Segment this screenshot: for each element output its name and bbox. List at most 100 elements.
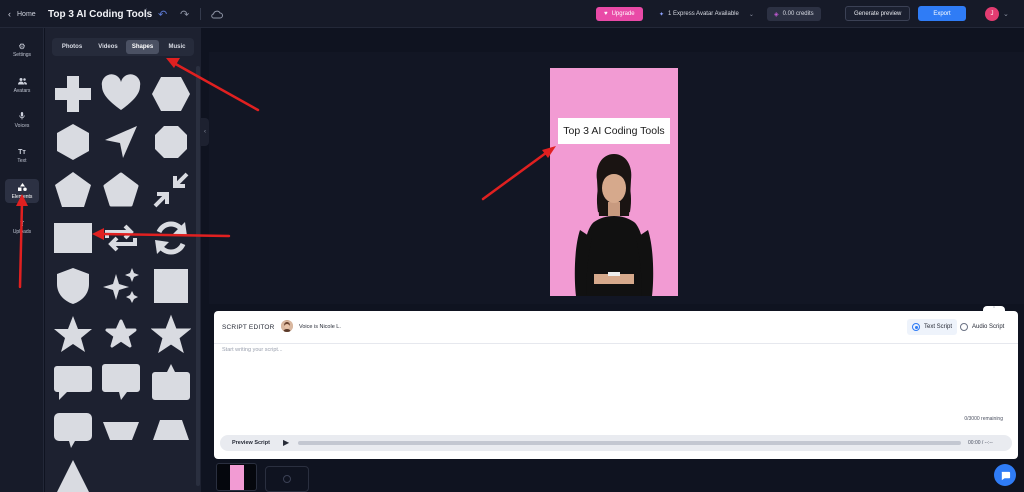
voice-label[interactable]: Voice is Nicole L. xyxy=(299,324,341,330)
shape-triangle[interactable] xyxy=(50,456,96,492)
scene-preview xyxy=(230,465,244,490)
trapezoid-shape-icon xyxy=(153,420,189,440)
credits-label: 0.00 credits xyxy=(782,11,814,17)
shape-pentagon[interactable] xyxy=(50,168,96,212)
redo-icon[interactable]: ↷ xyxy=(180,0,189,28)
hexagon-shape-icon xyxy=(152,77,190,111)
tab-shapes[interactable]: Shapes xyxy=(126,40,159,54)
chevron-left-icon: ‹ xyxy=(204,129,206,135)
shape-speech-bubble[interactable] xyxy=(50,360,96,404)
nav-label: Settings xyxy=(12,52,32,58)
chat-icon xyxy=(1001,471,1010,480)
shape-trapezoid-inverted[interactable] xyxy=(98,408,144,452)
nav-item-text[interactable]: Tт Text xyxy=(5,144,39,168)
pentagon-shape-icon xyxy=(103,172,139,207)
preview-progress-track[interactable] xyxy=(298,441,961,445)
add-scene-button[interactable] xyxy=(265,466,309,492)
nav-item-voices[interactable]: Voices xyxy=(5,108,39,132)
undo-icon[interactable]: ↶ xyxy=(158,0,167,28)
hexagon-shape-icon xyxy=(57,124,89,160)
divider xyxy=(200,8,201,20)
divider xyxy=(214,343,1018,344)
shape-heart[interactable] xyxy=(98,72,144,116)
preview-script-button[interactable]: Preview Script xyxy=(232,440,270,446)
nav-label: Avatars xyxy=(13,87,31,94)
heart-icon: ♥ xyxy=(604,11,608,17)
elements-panel: Photos Videos Shapes Music xyxy=(45,28,201,492)
speech-bubble-icon xyxy=(152,364,190,400)
shape-refresh[interactable] xyxy=(148,216,194,260)
triangle-shape-icon xyxy=(57,460,89,492)
tab-photos[interactable]: Photos xyxy=(56,40,88,54)
chevron-left-icon: ‹ xyxy=(8,9,11,19)
preview-time: 00:00 / --:-- xyxy=(968,440,993,446)
shape-speech-bubble-round[interactable] xyxy=(50,408,96,452)
shield-shape-icon xyxy=(57,268,89,304)
square-shape-icon xyxy=(154,269,188,303)
audio-script-label: Audio Script xyxy=(972,324,1005,330)
chevron-down-icon[interactable]: ⌄ xyxy=(1003,0,1009,28)
shape-arrow-pointer[interactable] xyxy=(98,120,144,164)
shape-rectangle[interactable] xyxy=(50,216,96,260)
nav-item-uploads[interactable]: ⇪ Uploads xyxy=(5,215,39,239)
express-avatar-dropdown[interactable]: ✦ 1 Express Avatar Available ⌄ xyxy=(659,0,754,28)
text-script-label: Text Script xyxy=(924,324,953,330)
nav-item-elements[interactable]: Elements xyxy=(5,179,39,203)
shape-speech-bubble-tail[interactable] xyxy=(98,360,144,404)
shape-plus[interactable] xyxy=(50,72,96,116)
left-nav: ⚙ Settings Avatars Voices Tт Text Elemen… xyxy=(0,28,44,492)
arrows-swap-icon xyxy=(105,224,137,252)
plus-circle-icon xyxy=(283,475,291,483)
script-editor: SCRIPT EDITOR Voice is Nicole L. Text Sc… xyxy=(214,311,1018,459)
nav-item-avatars[interactable]: Avatars xyxy=(5,73,39,97)
shape-arrows-swap[interactable] xyxy=(98,216,144,260)
sparkles-shape-icon xyxy=(103,268,139,303)
shape-hexagon-horizontal[interactable] xyxy=(148,72,194,116)
shape-pentagon-round[interactable] xyxy=(98,168,144,212)
chevron-down-icon: ⌄ xyxy=(748,11,754,18)
credits-icon: ◈ xyxy=(774,11,779,18)
user-avatar[interactable]: J xyxy=(985,7,999,21)
shapes-icon xyxy=(17,182,27,193)
script-editor-label: SCRIPT EDITOR xyxy=(222,324,275,331)
plus-shape-icon xyxy=(55,76,91,112)
shape-star-round[interactable] xyxy=(98,312,144,356)
project-title[interactable]: Top 3 AI Coding Tools xyxy=(48,0,152,28)
chat-support-button[interactable] xyxy=(994,464,1016,486)
radio-selected[interactable] xyxy=(912,323,920,331)
collapse-panel-handle[interactable]: ‹ xyxy=(201,118,209,146)
nav-item-settings[interactable]: ⚙ Settings xyxy=(5,38,39,62)
avatar-figure[interactable] xyxy=(550,68,678,296)
credits-badge[interactable]: ◈ 0.00 credits xyxy=(767,7,821,21)
tab-music[interactable]: Music xyxy=(162,40,192,54)
shape-trapezoid[interactable] xyxy=(148,408,194,452)
tab-videos[interactable]: Videos xyxy=(92,40,124,54)
shape-square[interactable] xyxy=(148,264,194,308)
video-frame[interactable]: Top 3 AI Coding Tools xyxy=(550,68,678,296)
cloud-save-icon xyxy=(211,0,223,28)
heart-shape-icon xyxy=(101,74,141,110)
voice-avatar[interactable] xyxy=(281,320,293,332)
text-script-option[interactable]: Text Script xyxy=(907,319,958,335)
shape-octagon[interactable] xyxy=(148,120,194,164)
shape-shield[interactable] xyxy=(50,264,96,308)
generate-preview-button[interactable]: Generate preview xyxy=(845,6,911,21)
shape-star-bold[interactable] xyxy=(148,312,194,356)
shape-star[interactable] xyxy=(50,312,96,356)
script-input[interactable] xyxy=(222,347,1008,407)
radio-unselected[interactable] xyxy=(960,323,968,331)
export-button[interactable]: Export xyxy=(918,6,966,21)
shape-hexagon[interactable] xyxy=(50,120,96,164)
home-button[interactable]: ‹ Home xyxy=(8,0,36,28)
speech-bubble-icon xyxy=(54,413,92,448)
shape-speech-bubble-tab[interactable] xyxy=(148,360,194,404)
scene-thumbnail[interactable] xyxy=(216,463,257,491)
arrow-pointer-shape-icon xyxy=(105,126,137,158)
panel-scrollbar[interactable] xyxy=(196,66,200,486)
shape-arrows-collapse[interactable] xyxy=(148,168,194,212)
play-icon[interactable]: ▶ xyxy=(283,438,289,447)
shape-sparkles[interactable] xyxy=(98,264,144,308)
upgrade-button[interactable]: ♥ Upgrade xyxy=(596,7,643,21)
nav-label: Elements xyxy=(11,193,33,200)
audio-script-option[interactable]: Audio Script xyxy=(955,319,1009,335)
